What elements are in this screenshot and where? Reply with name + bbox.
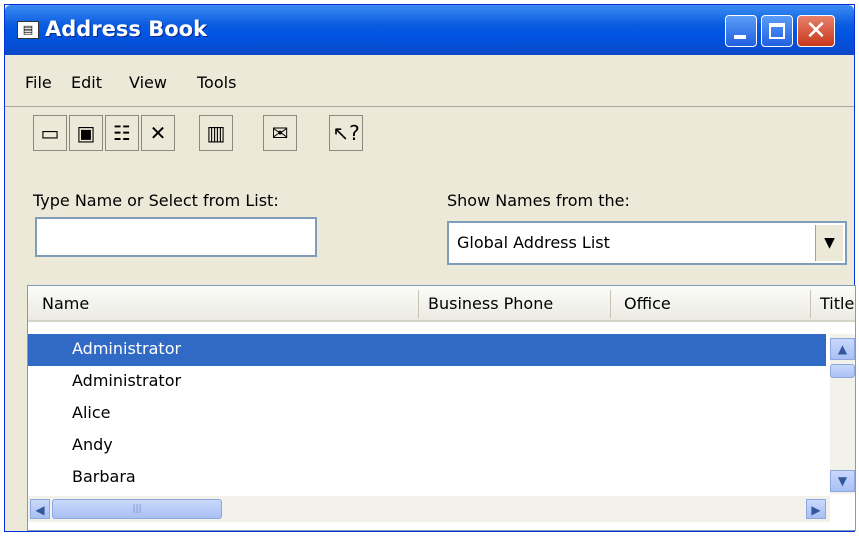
list-item[interactable]: Alice [28, 398, 826, 430]
close-button[interactable]: ✕ [797, 15, 835, 47]
properties-icon: ☷ [113, 121, 131, 145]
title-bar[interactable]: ▤ Address Book ✕ [5, 5, 854, 55]
minimize-button[interactable] [725, 15, 757, 47]
scroll-left-icon[interactable]: ◀ [30, 499, 50, 519]
envelope-icon: ✉ [271, 121, 289, 145]
address-book-icon: ▤ [17, 21, 39, 39]
minimize-icon [734, 35, 746, 39]
dropdown-arrow-icon[interactable]: ▼ [815, 225, 843, 261]
scroll-right-icon[interactable]: ▶ [806, 499, 826, 519]
delete-icon: ✕ [149, 121, 167, 145]
maximize-icon [769, 23, 785, 39]
properties-button[interactable]: ☷ [105, 115, 139, 151]
search-input[interactable] [35, 217, 317, 257]
list-item-name: Administrator [72, 339, 182, 358]
new-message-button[interactable]: ✉ [263, 115, 297, 151]
find-icon: ▣ [76, 121, 96, 145]
address-list-value: Global Address List [457, 233, 610, 252]
address-list-dropdown[interactable]: Global Address List ▼ [447, 221, 847, 265]
column-business-phone[interactable]: Business Phone [428, 294, 553, 313]
delete-button[interactable]: ✕ [141, 115, 175, 151]
window-title: Address Book [45, 17, 208, 41]
column-divider[interactable] [418, 290, 419, 318]
list-item[interactable]: Administrator [28, 334, 826, 366]
menu-edit[interactable]: Edit [71, 73, 102, 92]
column-divider[interactable] [610, 290, 611, 318]
search-label: Type Name or Select from List: [33, 191, 279, 210]
scroll-up-icon[interactable]: ▲ [830, 338, 855, 360]
list-item[interactable]: Barbara [28, 462, 826, 494]
close-icon: ✕ [805, 16, 827, 46]
address-book-icon: ▥ [206, 121, 226, 145]
list-header: Name Business Phone Office Title [28, 286, 855, 322]
new-entry-button[interactable]: ▭ [33, 115, 67, 151]
show-names-label: Show Names from the: [447, 191, 630, 210]
personal-address-book-button[interactable]: ▥ [199, 115, 233, 151]
vertical-scroll-thumb[interactable] [830, 364, 855, 378]
column-name[interactable]: Name [42, 294, 89, 313]
menu-tools[interactable]: Tools [197, 73, 236, 92]
scroll-down-icon[interactable]: ▼ [830, 470, 855, 492]
find-button[interactable]: ▣ [69, 115, 103, 151]
help-button[interactable]: ↖? [329, 115, 363, 151]
maximize-button[interactable] [761, 15, 793, 47]
menu-bar: File Edit View Tools [5, 59, 854, 97]
address-book-window: ▤ Address Book ✕ File Edit View Tools ▭ … [4, 4, 856, 532]
names-list[interactable]: Name Business Phone Office Title Adminis… [27, 285, 856, 531]
list-item-name: Andy [72, 435, 113, 454]
column-divider[interactable] [810, 290, 811, 318]
horizontal-scroll-thumb[interactable]: ||| [52, 499, 222, 519]
column-title[interactable]: Title [820, 294, 854, 313]
column-office[interactable]: Office [624, 294, 671, 313]
list-item[interactable]: Andy [28, 430, 826, 462]
list-item-name: Alice [72, 403, 111, 422]
new-entry-icon: ▭ [40, 121, 60, 145]
vertical-scrollbar[interactable]: ▲ ▼ [830, 334, 855, 494]
whats-this-help-icon: ↖? [332, 121, 360, 145]
list-item-name: Administrator [72, 371, 182, 390]
list-item[interactable]: Administrator [28, 366, 826, 398]
horizontal-scrollbar[interactable]: ◀ ||| ▶ [28, 496, 830, 522]
list-item-name: Barbara [72, 467, 136, 486]
menu-file[interactable]: File [25, 73, 52, 92]
menu-separator [5, 106, 854, 107]
menu-view[interactable]: View [129, 73, 167, 92]
